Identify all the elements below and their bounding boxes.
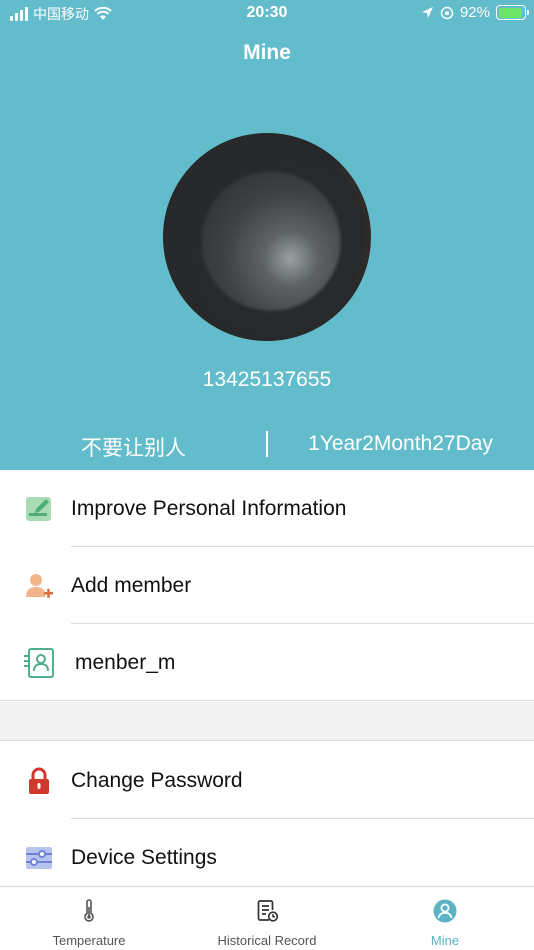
- thermometer-icon: [84, 899, 94, 922]
- menu-label: menber_m: [75, 650, 176, 674]
- member-name: 不要让别人: [81, 436, 186, 460]
- status-bar: 中国移动 20:30 92%: [0, 0, 534, 28]
- battery-percent: 92%: [459, 4, 490, 21]
- phone-number: 13425137655: [202, 368, 332, 391]
- profile-header: 中国移动 20:30 92% Mine 13425137655 不要让别人 1Y…: [0, 0, 534, 470]
- tab-temperature[interactable]: Temperature: [0, 887, 178, 950]
- avatar-photo: [169, 137, 365, 333]
- menu-group-settings: Change Password Device Settings: [0, 742, 534, 896]
- location-arrow-icon: [421, 7, 433, 18]
- tab-historical-record[interactable]: Historical Record: [178, 887, 356, 950]
- menu-label: Improve Personal Information: [71, 496, 347, 520]
- avatar[interactable]: [163, 133, 371, 341]
- tab-label: Temperature: [52, 933, 126, 948]
- menu-item-change-password[interactable]: Change Password: [0, 742, 534, 819]
- menu-label: Change Password: [71, 768, 243, 792]
- section-gap: [0, 702, 534, 741]
- battery-icon: [496, 5, 529, 20]
- orientation-lock-icon: [440, 6, 454, 19]
- page-title: Mine: [243, 41, 291, 64]
- tab-label: Mine: [430, 933, 460, 948]
- menu-item-device-settings[interactable]: Device Settings: [0, 819, 534, 896]
- member-stats: 不要让别人 1Year2Month27Day: [0, 428, 534, 462]
- status-right: 92%: [421, 4, 529, 21]
- tab-label: Historical Record: [217, 933, 317, 948]
- tab-bar: Temperature Historical Record Mine: [0, 886, 534, 950]
- tab-mine[interactable]: Mine: [356, 887, 534, 950]
- menu-label: Add member: [71, 573, 192, 597]
- member-age: 1Year2Month27Day: [308, 432, 493, 455]
- lock-icon: [29, 767, 49, 794]
- add-member-icon: [26, 574, 53, 598]
- edit-profile-icon: [26, 497, 51, 521]
- menu-label: Device Settings: [71, 845, 217, 869]
- menu-item-improve-info[interactable]: Improve Personal Information: [0, 470, 534, 547]
- device-settings-icon: [26, 847, 52, 869]
- history-record-icon: [257, 900, 279, 922]
- menu-item-member[interactable]: menber_m: [0, 624, 534, 701]
- menu-group-profile: Improve Personal Information Add member …: [0, 470, 534, 701]
- member-card-icon: [24, 648, 54, 678]
- person-icon: [433, 899, 457, 923]
- menu-item-add-member[interactable]: Add member: [0, 547, 534, 624]
